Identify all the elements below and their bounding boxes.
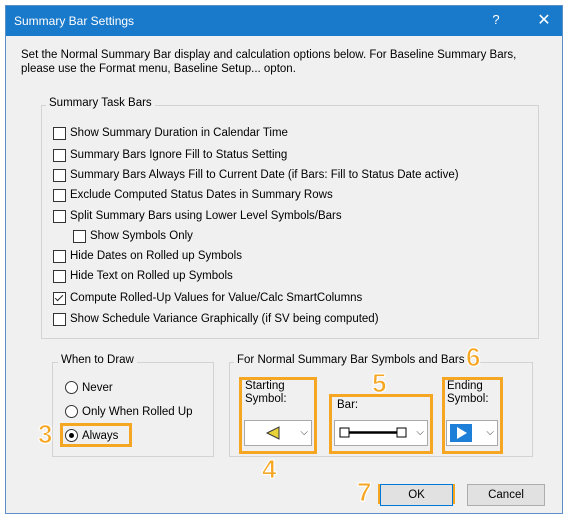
close-button[interactable]: ✕ xyxy=(534,10,554,30)
checkbox-hide-text-rolled-up[interactable]: Hide Text on Rolled up Symbols xyxy=(53,268,233,284)
when-to-draw-label: When to Draw xyxy=(58,354,137,366)
symbols-group-label: For Normal Summary Bar Symbols and Bars xyxy=(234,354,468,366)
checkbox-label: Split Summary Bars using Lower Level Sym… xyxy=(70,210,342,222)
callout-5: 5 xyxy=(371,368,387,399)
checkbox-label: Hide Dates on Rolled up Symbols xyxy=(70,250,242,262)
callout-7: 7 xyxy=(356,477,372,508)
checkbox-label: Summary Bars Always Fill to Current Date… xyxy=(70,169,459,181)
checkbox-compute-rolled-up-values[interactable]: Compute Rolled-Up Values for Value/Calc … xyxy=(53,290,362,306)
checkbox-label: Hide Text on Rolled up Symbols xyxy=(70,270,233,282)
checkbox-show-duration-calendar[interactable]: Show Summary Duration in Calendar Time xyxy=(53,125,288,141)
checkbox-box[interactable] xyxy=(53,291,66,305)
checkbox-box[interactable] xyxy=(53,188,66,202)
checkbox-box[interactable] xyxy=(73,229,86,243)
help-button[interactable]: ? xyxy=(486,12,506,27)
checkbox-label: Show Schedule Variance Graphically (if S… xyxy=(70,313,379,325)
checkbox-ignore-fill-status[interactable]: Summary Bars Ignore Fill to Status Setti… xyxy=(53,147,287,163)
checkbox-show-symbols-only[interactable]: Show Symbols Only xyxy=(73,228,193,244)
window-title: Summary Bar Settings xyxy=(14,14,135,28)
checkbox-split-summary-bars[interactable]: Split Summary Bars using Lower Level Sym… xyxy=(53,208,342,224)
summary-task-bars-label: Summary Task Bars xyxy=(46,97,155,109)
cancel-button[interactable]: Cancel xyxy=(467,484,545,506)
intro-text: Set the Normal Summary Bar display and c… xyxy=(21,49,517,75)
checkbox-label: Summary Bars Ignore Fill to Status Setti… xyxy=(70,149,288,161)
checkbox-box[interactable] xyxy=(53,312,66,326)
radio-label: Only When Rolled Up xyxy=(82,405,193,418)
checkbox-box[interactable] xyxy=(53,148,66,162)
checkbox-label: Show Symbols Only xyxy=(90,230,193,242)
checkbox-always-fill-current-date[interactable]: Summary Bars Always Fill to Current Date… xyxy=(53,167,459,183)
highlight-bar xyxy=(329,394,433,454)
radio-label: Never xyxy=(82,381,113,394)
checkbox-hide-dates-rolled-up[interactable]: Hide Dates on Rolled up Symbols xyxy=(53,248,242,264)
radio-dot[interactable] xyxy=(65,405,78,418)
callout-4: 4 xyxy=(261,454,277,485)
checkbox-box[interactable] xyxy=(53,209,66,223)
checkbox-show-schedule-variance[interactable]: Show Schedule Variance Graphically (if S… xyxy=(53,311,379,327)
checkbox-label: Exclude Computed Status Dates in Summary… xyxy=(70,189,333,201)
callout-3: 3 xyxy=(37,419,53,450)
radio-dot[interactable] xyxy=(65,381,78,394)
checkbox-box[interactable] xyxy=(53,168,66,182)
title-bar: Summary Bar Settings ? ✕ xyxy=(6,6,562,36)
checkbox-label: Compute Rolled-Up Values for Value/Calc … xyxy=(70,292,363,304)
checkbox-label: Show Summary Duration in Calendar Time xyxy=(70,127,288,139)
radio-never[interactable]: Never xyxy=(65,381,113,394)
callout-6: 6 xyxy=(465,342,481,373)
checkbox-exclude-computed-status[interactable]: Exclude Computed Status Dates in Summary… xyxy=(53,187,333,203)
highlight-starting-symbol xyxy=(239,377,317,454)
checkbox-box[interactable] xyxy=(53,249,66,263)
ok-button[interactable]: OK xyxy=(380,484,453,506)
highlight-ending-symbol xyxy=(442,377,503,454)
checkbox-box[interactable] xyxy=(53,269,66,283)
checkbox-box[interactable] xyxy=(53,126,66,140)
radio-only-when-rolled-up[interactable]: Only When Rolled Up xyxy=(65,405,193,418)
highlight-always xyxy=(60,423,132,447)
